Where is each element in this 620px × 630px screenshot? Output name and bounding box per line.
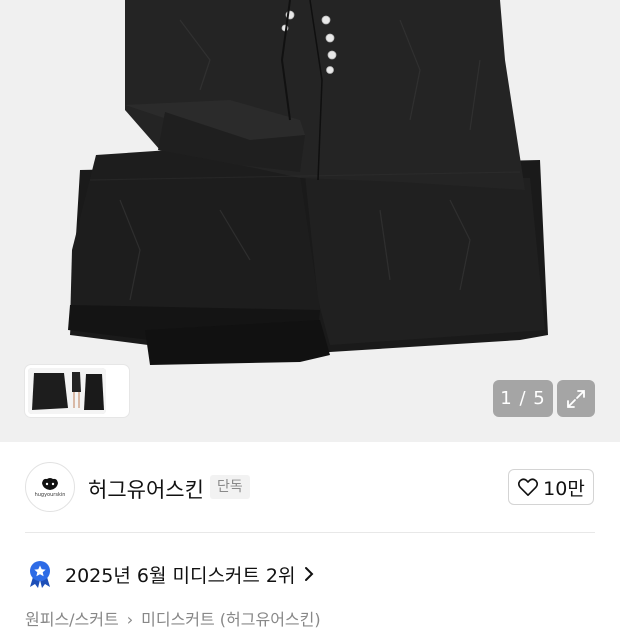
ranking-link[interactable]: 2025년 6월 미디스커트 2위 bbox=[25, 558, 314, 590]
expand-icon[interactable] bbox=[557, 380, 595, 417]
divider bbox=[25, 532, 595, 533]
image-counter: 1 / 5 bbox=[493, 380, 553, 417]
ranking-text: 2025년 6월 미디스커트 2위 bbox=[65, 564, 296, 587]
thumbnail-skirt-image bbox=[28, 368, 106, 414]
product-image-gallery[interactable]: 1 / 5 bbox=[0, 0, 620, 442]
thumbnail-image[interactable] bbox=[28, 368, 106, 414]
chevron-right-icon bbox=[304, 566, 314, 582]
brand-logo-text: hugyourskin bbox=[34, 491, 66, 498]
thumbnail-strip[interactable] bbox=[25, 365, 129, 417]
exclusive-badge: 단독 bbox=[210, 475, 250, 499]
star-ribbon-icon bbox=[30, 561, 50, 588]
breadcrumb: 원피스/스커트 › 미디스커트 (허그유어스킨) bbox=[25, 606, 321, 630]
brand-name[interactable]: 허그유어스킨 bbox=[88, 474, 204, 504]
brand-logo-icon bbox=[42, 477, 58, 490]
brand-logo[interactable]: hugyourskin bbox=[25, 462, 75, 512]
heart-outline-icon bbox=[518, 478, 539, 496]
like-button[interactable]: 10만 bbox=[508, 469, 594, 505]
brand-row: hugyourskin 허그유어스킨 단독 10만 bbox=[0, 460, 620, 516]
like-count: 10만 bbox=[543, 477, 585, 500]
